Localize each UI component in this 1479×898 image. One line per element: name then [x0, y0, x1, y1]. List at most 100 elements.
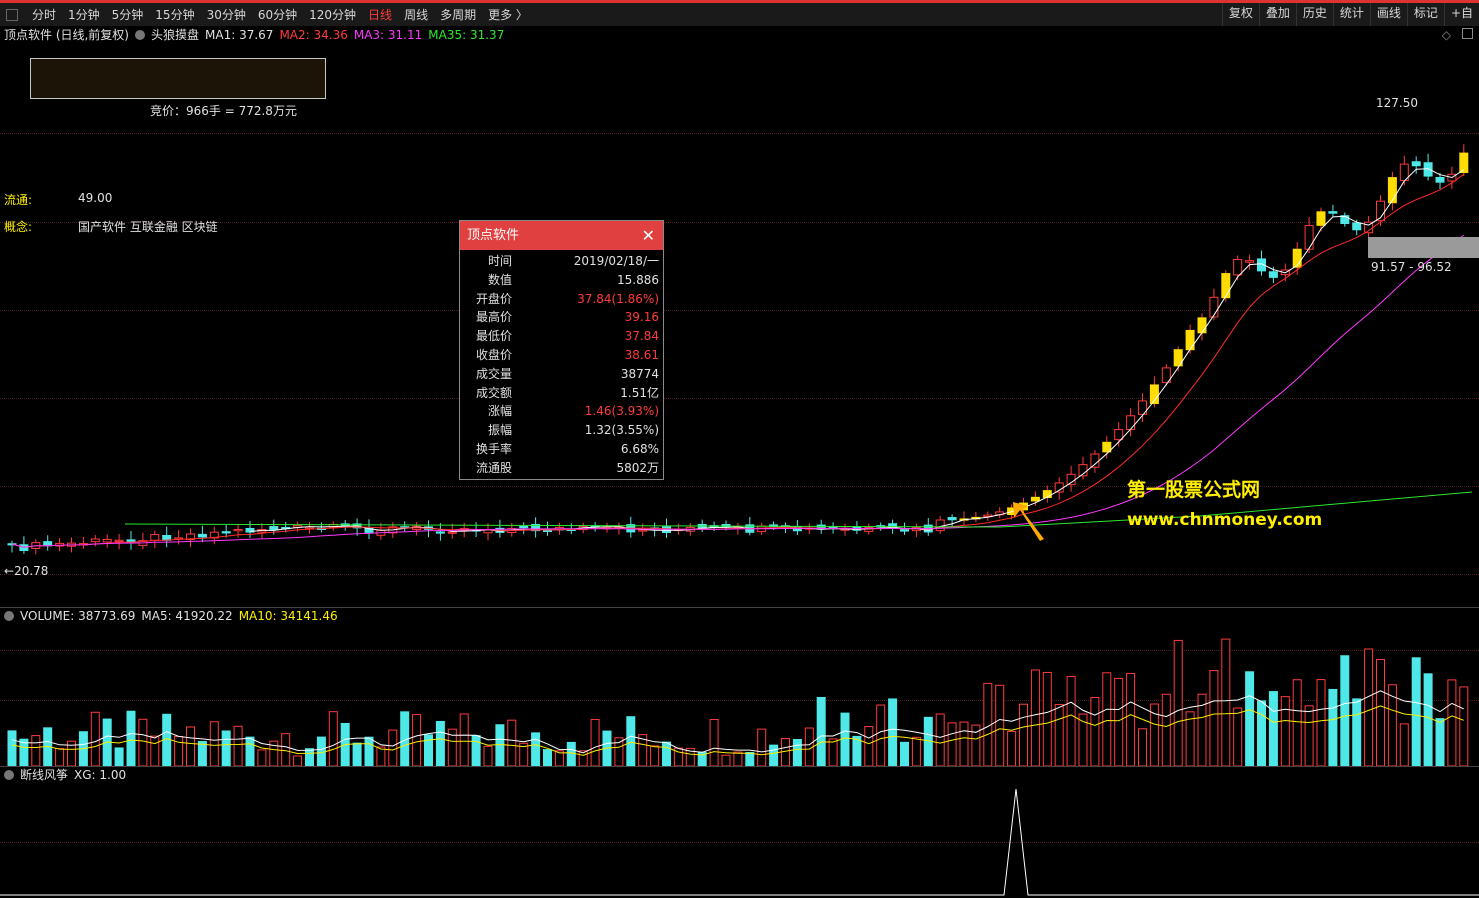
- candle-body: [1423, 162, 1433, 177]
- period-tab-8[interactable]: 周线: [398, 5, 434, 25]
- volume-bar: [840, 712, 850, 766]
- tooltip-title: 顶点软件: [467, 228, 520, 243]
- volume-bar: [281, 733, 291, 766]
- volume-bar: [792, 738, 802, 766]
- candle-body: [1197, 317, 1207, 334]
- candle-body: [1090, 453, 1100, 468]
- volume-bar: [7, 730, 17, 766]
- volume-bar: [1138, 728, 1147, 766]
- volume-bar: [1030, 669, 1040, 766]
- tooltip-row: 最低价 37.84: [460, 327, 663, 346]
- volume-bar: [1054, 704, 1064, 766]
- volume-bar: [900, 741, 909, 766]
- candle-body: [1316, 211, 1326, 226]
- tooltip-row: 最高价 39.16: [460, 308, 663, 327]
- tooltip-key: 最高价: [475, 310, 512, 325]
- period-tab-0[interactable]: 分时: [26, 5, 62, 25]
- candle-body: [1268, 271, 1278, 278]
- volume-bar: [947, 722, 957, 766]
- tooltip-row: 开盘价 37.84(1.86%): [460, 290, 663, 309]
- tooltip-key: 开盘价: [475, 291, 512, 306]
- tooltip-key: 收盘价: [475, 347, 512, 362]
- period-tab-6[interactable]: 120分钟: [303, 5, 362, 25]
- range-label: 91.57 - 96.52: [1371, 260, 1452, 274]
- tooltip-key: 振幅: [487, 423, 512, 438]
- tool-button-1[interactable]: 叠加: [1258, 3, 1296, 26]
- tooltip-row: 时间 2019/02/18/一: [460, 252, 663, 271]
- volume-bar: [293, 755, 303, 766]
- signal-chart[interactable]: [0, 783, 1479, 898]
- period-tab-10[interactable]: 更多 〉: [482, 5, 534, 25]
- tooltip-key: 数值: [487, 272, 512, 287]
- volume-ma10: MA10: 34141.46: [238, 609, 338, 623]
- tool-button-5[interactable]: 标记: [1406, 3, 1444, 26]
- signal-menu-icon[interactable]: [4, 770, 14, 780]
- volume-bar: [1268, 691, 1278, 766]
- period-tab-1[interactable]: 1分钟: [62, 5, 106, 25]
- volume-bar: [388, 729, 398, 766]
- volume-bar: [995, 684, 1005, 766]
- volume-bar: [531, 732, 541, 766]
- period-tab-3[interactable]: 15分钟: [149, 5, 200, 25]
- tooltip-row: 数值 15.886: [460, 271, 663, 290]
- tooltip-value: 1.46(3.93%): [584, 404, 659, 419]
- period-toolbar: 分时 1分钟 5分钟 15分钟 30分钟 60分钟 120分钟 日线 周线 多周期 更多 〉 复权叠…: [0, 0, 1479, 26]
- tool-button-6[interactable]: +自: [1443, 3, 1479, 26]
- tooltip-value: 5802万: [616, 460, 659, 475]
- candle-body: [221, 531, 231, 534]
- volume-bar: [186, 726, 195, 766]
- volume-bar: [709, 719, 719, 766]
- tooltip-row: 换手率 6.68%: [460, 440, 663, 459]
- period-tabs: 分时 1分钟 5分钟 15分钟 30分钟 60分钟 120分钟 日线 周线 多周期 更多 〉: [26, 5, 534, 25]
- tool-button-4[interactable]: 画线: [1369, 3, 1407, 26]
- candle-body: [947, 517, 957, 521]
- volume-bar: [1316, 679, 1326, 766]
- volume-chart[interactable]: [0, 626, 1479, 766]
- volume-bar: [911, 736, 921, 766]
- candle-body: [435, 531, 445, 534]
- candle-body: [1459, 152, 1469, 173]
- tooltip-key: 成交量: [475, 366, 512, 381]
- candle-body: [233, 528, 243, 532]
- volume-bar: [1114, 677, 1124, 766]
- volume-bar: [1459, 686, 1469, 766]
- tool-button-0[interactable]: 复权: [1221, 3, 1259, 26]
- volume-bar: [376, 746, 386, 766]
- volume-menu-icon[interactable]: [4, 611, 14, 621]
- tooltip-value: 37.84: [624, 329, 659, 344]
- volume-bar: [959, 721, 969, 766]
- arrow-annotation: [1013, 502, 1044, 541]
- volume-bar: [495, 724, 505, 766]
- volume-bar: [626, 716, 636, 766]
- period-tab-5[interactable]: 60分钟: [252, 5, 303, 25]
- candle-body: [269, 526, 279, 530]
- close-icon[interactable]: ✕: [642, 221, 655, 250]
- candle-body: [1352, 222, 1362, 231]
- volume-bar: [721, 754, 731, 766]
- candle-body: [1328, 211, 1338, 214]
- candle-body: [150, 534, 160, 541]
- candle-body: [1126, 415, 1136, 431]
- volume-bar: [1161, 693, 1171, 766]
- volume-bar: [1090, 697, 1100, 766]
- tool-button-2[interactable]: 历史: [1295, 3, 1333, 26]
- tool-button-3[interactable]: 统计: [1332, 3, 1370, 26]
- volume-bar: [471, 735, 481, 766]
- candle-body: [1114, 429, 1124, 441]
- volume-bar: [1233, 707, 1243, 766]
- tooltip-value: 38.61: [624, 347, 659, 362]
- tooltip-row: 收盘价 38.61: [460, 346, 663, 365]
- volume-bar: [816, 696, 826, 766]
- volume-bar: [233, 725, 243, 766]
- volume-bar: [1019, 703, 1028, 766]
- period-tab-7[interactable]: 日线: [362, 5, 398, 25]
- low-price-label: ←20.78: [4, 564, 49, 578]
- volume-bar: [55, 748, 65, 766]
- candle-body: [1304, 225, 1314, 250]
- period-tab-2[interactable]: 5分钟: [106, 5, 150, 25]
- period-tab-9[interactable]: 多周期: [434, 5, 482, 25]
- window-grip-icon[interactable]: [6, 8, 18, 21]
- volume-bar: [1399, 723, 1409, 766]
- period-tab-4[interactable]: 30分钟: [201, 5, 252, 25]
- volume-bar: [1209, 670, 1219, 766]
